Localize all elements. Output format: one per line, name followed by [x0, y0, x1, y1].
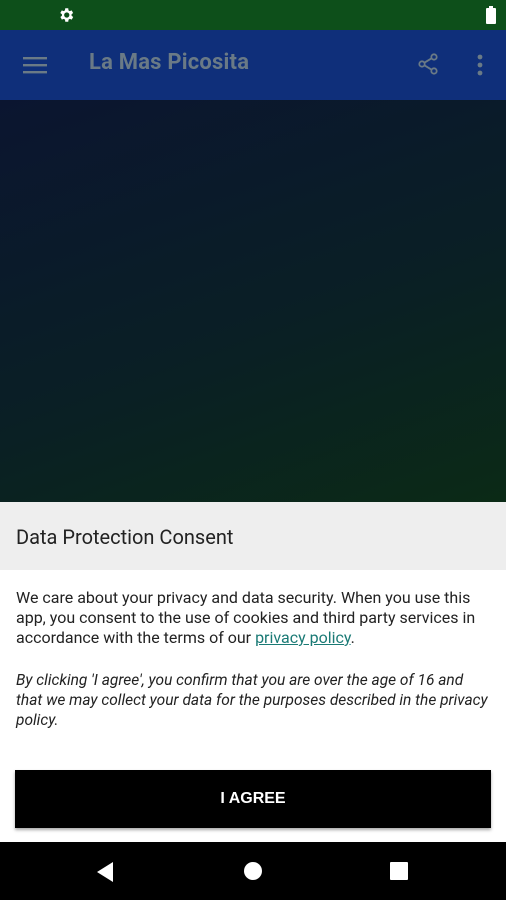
recents-icon[interactable]	[390, 862, 408, 880]
consent-text-suffix: .	[350, 628, 355, 647]
gear-icon	[57, 6, 75, 24]
consent-text: We care about your privacy and data secu…	[16, 588, 490, 648]
consent-note: By clicking 'I agree', you confirm that …	[16, 671, 488, 729]
home-icon[interactable]	[243, 861, 263, 881]
agree-button[interactable]: I AGREE	[15, 770, 491, 828]
navigation-bar	[0, 842, 506, 900]
content-area	[0, 100, 506, 502]
dialog-body: We care about your privacy and data secu…	[0, 570, 506, 730]
privacy-policy-link[interactable]: privacy policy	[255, 628, 351, 647]
menu-icon[interactable]	[22, 52, 48, 78]
share-icon[interactable]	[416, 52, 440, 76]
consent-dialog: Data Protection Consent We care about yo…	[0, 502, 506, 842]
app-title: La Mas Picosita	[89, 50, 250, 75]
more-vert-icon[interactable]	[470, 51, 490, 79]
app-bar: La Mas Picosita	[0, 30, 506, 100]
back-icon[interactable]	[95, 861, 115, 883]
dialog-title: Data Protection Consent	[0, 502, 506, 570]
battery-icon	[486, 6, 496, 24]
consent-text-main: We care about your privacy and data secu…	[16, 588, 476, 647]
status-bar	[0, 0, 506, 30]
